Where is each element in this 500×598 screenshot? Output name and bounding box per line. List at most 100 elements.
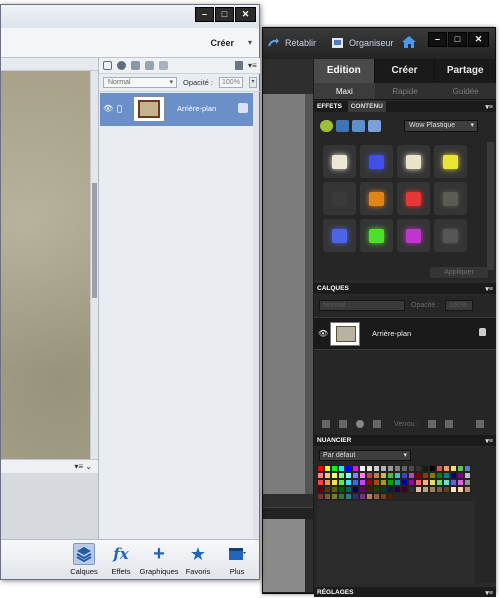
color-swatch[interactable] bbox=[338, 465, 345, 472]
color-swatch[interactable] bbox=[394, 479, 401, 486]
color-swatch[interactable] bbox=[436, 479, 443, 486]
color-swatch[interactable] bbox=[352, 486, 359, 493]
color-swatch[interactable] bbox=[464, 472, 471, 479]
color-swatch[interactable] bbox=[429, 472, 436, 479]
color-swatch[interactable] bbox=[345, 479, 352, 486]
color-swatch[interactable] bbox=[422, 486, 429, 493]
color-swatch[interactable] bbox=[415, 479, 422, 486]
effect-thumbnail[interactable] bbox=[434, 145, 467, 178]
color-swatch[interactable] bbox=[415, 486, 422, 493]
image-canvas[interactable] bbox=[1, 71, 90, 459]
more-button[interactable]: Plus bbox=[217, 543, 257, 576]
tab-edition[interactable]: Edition bbox=[314, 59, 375, 83]
color-swatch[interactable] bbox=[429, 479, 436, 486]
effects-button[interactable]: fx Effets bbox=[101, 543, 141, 576]
color-swatch[interactable] bbox=[373, 479, 380, 486]
color-swatch[interactable] bbox=[317, 493, 324, 500]
filters-icon[interactable] bbox=[320, 120, 333, 132]
back-close-button[interactable]: ✕ bbox=[468, 32, 489, 47]
color-swatch[interactable] bbox=[338, 486, 345, 493]
content-tab[interactable]: CONTENU bbox=[347, 101, 386, 112]
color-swatch[interactable] bbox=[324, 479, 331, 486]
color-swatch[interactable] bbox=[415, 472, 422, 479]
effect-thumbnail[interactable] bbox=[323, 145, 356, 178]
back-maximize-button[interactable]: □ bbox=[448, 32, 467, 47]
subtab-maxi[interactable]: Maxi bbox=[314, 83, 375, 99]
effect-thumbnail[interactable] bbox=[434, 182, 467, 215]
redo-button[interactable]: Rétablir bbox=[267, 37, 316, 49]
color-swatch[interactable] bbox=[387, 472, 394, 479]
color-swatch[interactable] bbox=[366, 472, 373, 479]
front-maximize-button[interactable]: □ bbox=[215, 7, 234, 22]
tab-creer[interactable]: Créer bbox=[375, 59, 436, 83]
color-swatch[interactable] bbox=[352, 465, 359, 472]
effects-scrollbar[interactable] bbox=[487, 142, 494, 270]
color-swatch[interactable] bbox=[436, 486, 443, 493]
color-swatch[interactable] bbox=[464, 486, 471, 493]
subtab-guidee[interactable]: Guidée bbox=[435, 83, 496, 99]
color-swatch[interactable] bbox=[366, 493, 373, 500]
color-swatch[interactable] bbox=[450, 486, 457, 493]
color-swatch[interactable] bbox=[380, 486, 387, 493]
opacity-field[interactable]: 100% bbox=[445, 299, 474, 311]
adjustment-icon[interactable] bbox=[356, 420, 364, 428]
color-swatch[interactable] bbox=[443, 479, 450, 486]
color-swatch[interactable] bbox=[338, 479, 345, 486]
color-swatch[interactable] bbox=[401, 486, 408, 493]
tab-partage[interactable]: Partage bbox=[435, 59, 497, 83]
lock-icon[interactable] bbox=[159, 61, 168, 70]
color-swatch[interactable] bbox=[345, 493, 352, 500]
color-swatch[interactable] bbox=[359, 465, 366, 472]
color-swatch[interactable] bbox=[373, 486, 380, 493]
color-swatch[interactable] bbox=[401, 479, 408, 486]
color-swatch[interactable] bbox=[387, 479, 394, 486]
color-swatch[interactable] bbox=[436, 472, 443, 479]
color-swatch[interactable] bbox=[401, 472, 408, 479]
swatches-menu-icon[interactable]: ▾≡ bbox=[485, 436, 493, 447]
panel-menu-icon[interactable]: ▾≡ bbox=[248, 61, 257, 70]
color-swatch[interactable] bbox=[408, 465, 415, 472]
fx-icon[interactable] bbox=[368, 120, 381, 132]
color-swatch[interactable] bbox=[331, 465, 338, 472]
color-swatch[interactable] bbox=[331, 486, 338, 493]
front-minimize-button[interactable]: – bbox=[195, 7, 214, 22]
chevron-down-icon[interactable]: ▾ bbox=[248, 38, 252, 47]
layer-options-icon[interactable] bbox=[238, 103, 248, 113]
color-swatch[interactable] bbox=[429, 486, 436, 493]
color-swatch[interactable] bbox=[352, 479, 359, 486]
effect-thumbnail[interactable] bbox=[360, 145, 393, 178]
effect-thumbnail[interactable] bbox=[397, 145, 430, 178]
subtab-rapide[interactable]: Rapide bbox=[375, 83, 436, 99]
color-swatch[interactable] bbox=[457, 472, 464, 479]
canvas-scrollbar[interactable] bbox=[90, 71, 98, 459]
trash-icon[interactable] bbox=[475, 420, 484, 428]
color-swatch[interactable] bbox=[387, 486, 394, 493]
favorites-button[interactable]: ★ Favoris bbox=[178, 543, 218, 577]
new-layer-icon[interactable] bbox=[103, 61, 112, 70]
color-swatch[interactable] bbox=[450, 465, 457, 472]
color-swatch[interactable] bbox=[408, 472, 415, 479]
color-swatch[interactable] bbox=[443, 465, 450, 472]
effect-thumbnail[interactable] bbox=[360, 219, 393, 252]
visibility-eye-icon[interactable]: 👁 bbox=[103, 104, 113, 113]
back-scrollbar[interactable] bbox=[305, 94, 313, 494]
color-swatch[interactable] bbox=[366, 479, 373, 486]
link-icon[interactable] bbox=[117, 105, 122, 113]
color-swatch[interactable] bbox=[345, 472, 352, 479]
color-swatch[interactable] bbox=[345, 465, 352, 472]
color-swatch[interactable] bbox=[394, 486, 401, 493]
trash-icon[interactable] bbox=[235, 61, 243, 70]
color-swatch[interactable] bbox=[331, 493, 338, 500]
color-swatch[interactable] bbox=[359, 472, 366, 479]
effects-category-dropdown[interactable]: Wow Plastique bbox=[404, 120, 478, 132]
color-swatch[interactable] bbox=[338, 493, 345, 500]
color-swatch[interactable] bbox=[380, 479, 387, 486]
color-swatch[interactable] bbox=[373, 493, 380, 500]
color-swatch[interactable] bbox=[331, 472, 338, 479]
color-swatch[interactable] bbox=[359, 493, 366, 500]
back-minimize-button[interactable]: – bbox=[428, 32, 447, 47]
clip-icon[interactable] bbox=[145, 61, 154, 70]
opacity-field[interactable]: 100% bbox=[219, 77, 244, 88]
color-swatch[interactable] bbox=[317, 479, 324, 486]
color-swatch[interactable] bbox=[429, 465, 436, 472]
